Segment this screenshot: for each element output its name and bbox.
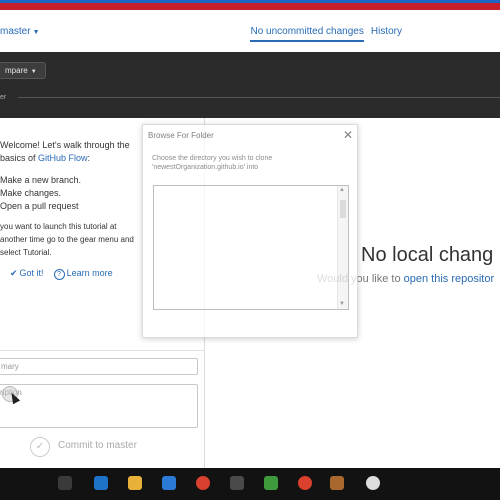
app-icon[interactable]	[264, 476, 278, 490]
filter-field-label: er	[0, 94, 7, 101]
chevron-down-icon: ▼	[32, 29, 40, 36]
check-icon: ✔	[10, 268, 18, 278]
tab-changes[interactable]: No uncommitted changes	[250, 26, 364, 42]
description-input[interactable]: ription	[0, 384, 198, 428]
app-header: master ▼ No uncommitted changes History	[0, 0, 500, 52]
header-tabs: No uncommitted changes History	[250, 26, 402, 42]
taskbar	[0, 468, 500, 500]
tab-history[interactable]: History	[371, 26, 402, 42]
store-icon[interactable]	[162, 476, 176, 490]
compare-button[interactable]: mpare ▼	[0, 62, 46, 79]
branch-selector[interactable]: master ▼	[0, 26, 40, 37]
dialog-instruction-line: 'newestOrganization.github.io' into	[152, 164, 259, 171]
got-it-button[interactable]: ✔ Got it!	[10, 268, 44, 280]
window-top-edge	[0, 0, 500, 10]
github-flow-link[interactable]: GitHub Flow	[38, 153, 88, 163]
window-accent-strip	[0, 0, 500, 3]
close-icon[interactable]: ✕	[343, 128, 353, 142]
compare-toolbar: mpare ▼ er	[0, 52, 500, 118]
folder-scrollbar[interactable]: ▲ ▼	[337, 186, 348, 309]
tutorial-later-note: you want to launch this tutorial at anot…	[0, 222, 134, 257]
chevron-down-icon: ▼	[30, 69, 37, 75]
learn-more-label: Learn more	[66, 268, 113, 278]
tutorial-steps: Make a new branch. Make changes. Open a …	[0, 174, 81, 213]
app-icon[interactable]	[298, 476, 312, 490]
compare-label: mpare	[5, 66, 28, 75]
welcome-intro-end: :	[87, 153, 91, 163]
app-icon[interactable]	[230, 476, 244, 490]
divider	[0, 350, 205, 351]
browse-folder-dialog: Browse For Folder ✕ Choose the directory…	[142, 124, 358, 338]
question-icon: ?	[53, 269, 65, 280]
list-item: Make a new branch.	[0, 175, 82, 185]
chrome-icon[interactable]	[196, 476, 210, 490]
list-item: Open a pull request	[0, 201, 79, 211]
github-icon[interactable]	[366, 476, 380, 490]
app-icon[interactable]	[330, 476, 344, 490]
welcome-actions: ✔ Got it! ? Learn more	[10, 268, 113, 280]
list-item: Make changes.	[0, 188, 62, 198]
got-it-label: Got it!	[19, 268, 44, 278]
empty-state-title: No local chang	[361, 244, 494, 266]
check-icon: ✓	[30, 437, 50, 457]
task-view-icon[interactable]	[58, 476, 72, 490]
commit-button[interactable]: ✓ Commit to master	[30, 437, 200, 457]
summary-input[interactable]: mary	[0, 358, 198, 375]
learn-more-link[interactable]: ? Learn more	[53, 268, 113, 280]
welcome-intro: Welcome! Let's walk through the basics o…	[0, 139, 140, 165]
chevron-down-icon[interactable]: ▼	[339, 301, 345, 307]
file-explorer-icon[interactable]	[128, 476, 142, 490]
folder-tree[interactable]: ▲ ▼	[153, 185, 349, 310]
open-repository-link[interactable]: open this repositor	[404, 273, 495, 285]
edge-icon[interactable]	[94, 476, 108, 490]
scrollbar-thumb[interactable]	[340, 200, 346, 218]
filter-input-underline[interactable]	[18, 97, 500, 98]
welcome-tutorial: Welcome! Let's walk through the basics o…	[0, 118, 140, 298]
dialog-instruction-line: Choose the directory you wish to clone	[152, 155, 273, 162]
commit-button-label: Commit to master	[58, 440, 137, 451]
dialog-title: Browse For Folder	[148, 131, 214, 140]
chevron-up-icon[interactable]: ▲	[339, 187, 345, 193]
branch-name: master	[0, 26, 31, 37]
dialog-instruction: Choose the directory you wish to clone '…	[152, 154, 332, 172]
